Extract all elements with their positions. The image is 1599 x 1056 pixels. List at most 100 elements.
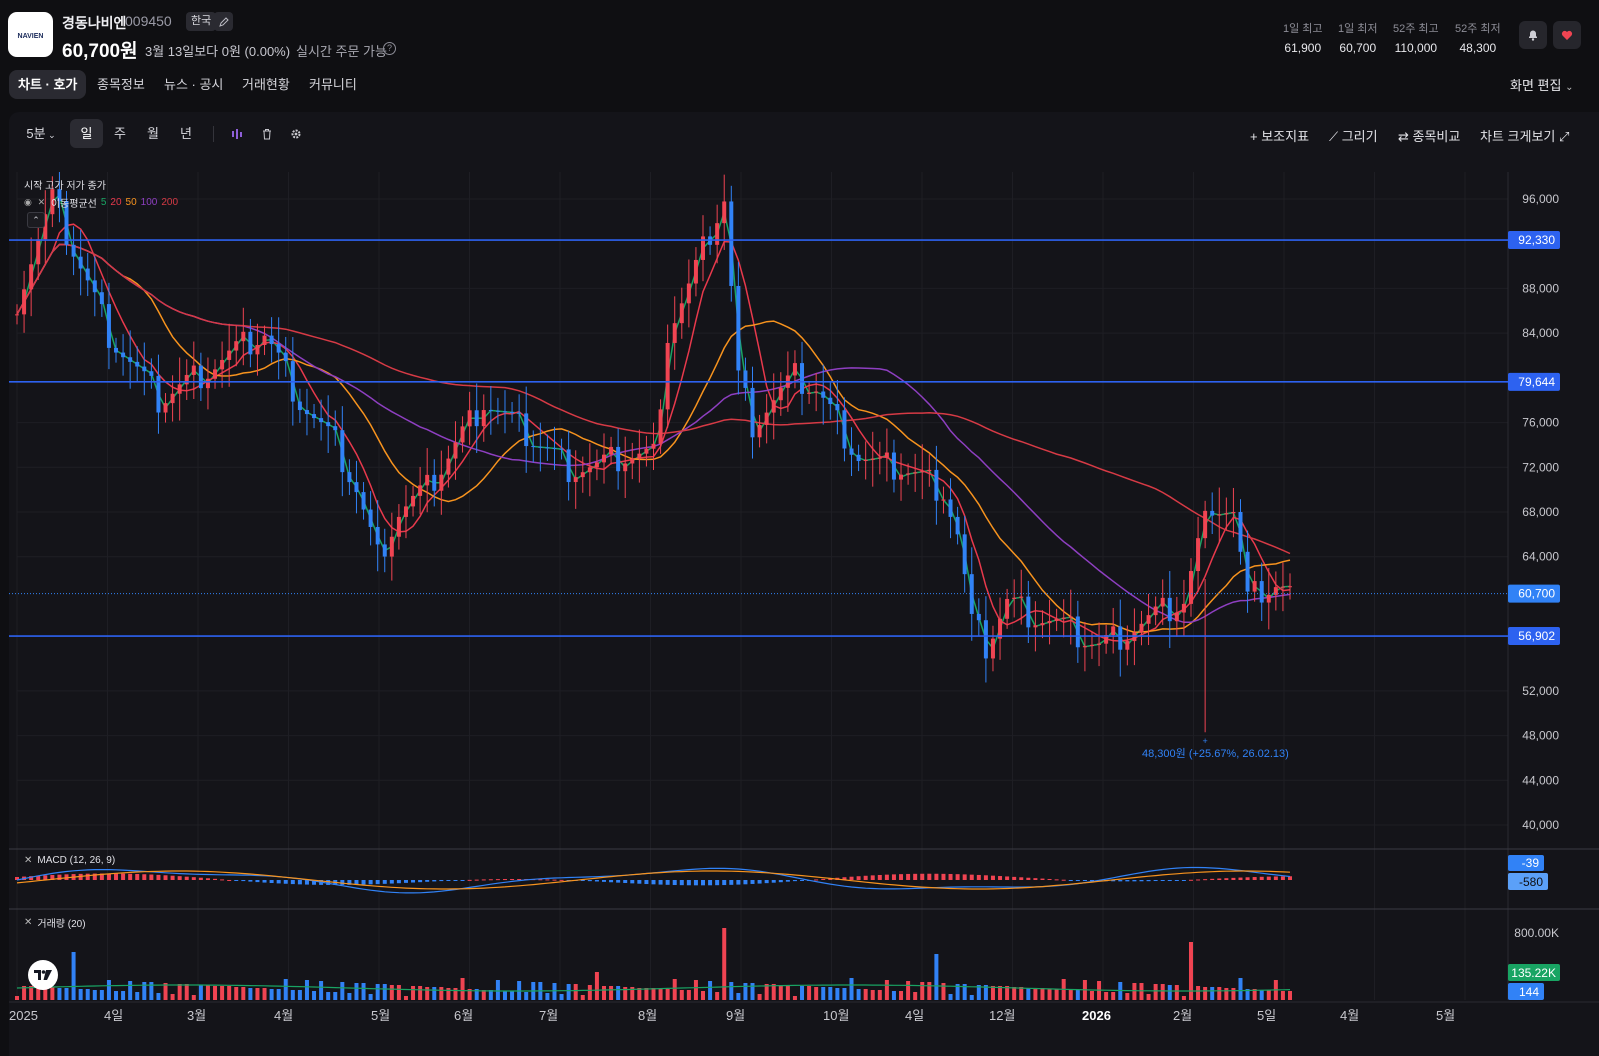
candle-body	[403, 506, 408, 517]
macd-histogram-bar	[955, 874, 960, 880]
volume-bar	[856, 989, 861, 1000]
macd-histogram-bar	[474, 879, 479, 881]
volume-bar	[1210, 987, 1215, 1000]
volume-bar	[1089, 991, 1094, 1000]
volume-bar	[1288, 991, 1292, 1000]
ma-period-50: 50	[125, 197, 137, 208]
volume-bar	[121, 991, 126, 1000]
volume-bar	[234, 987, 239, 1000]
candle-body	[1259, 581, 1264, 603]
volume-bar	[170, 994, 175, 1000]
help-icon[interactable]: ?	[383, 42, 396, 55]
candle-body	[467, 410, 472, 427]
collapse-legend-button[interactable]: ⌃	[27, 212, 45, 228]
candle-body	[1026, 596, 1031, 628]
macd-histogram-bar	[163, 875, 168, 880]
stock-header: NAVIEN 경동나비엔 009450 한국 60,700원 3월 13일보다 …	[0, 0, 1599, 66]
volume-bar	[552, 983, 557, 1000]
candle-body	[1266, 594, 1271, 603]
pencil-icon	[218, 16, 229, 27]
candle-body	[460, 426, 465, 443]
candle-body	[934, 469, 939, 501]
candle-body	[1181, 603, 1186, 613]
tab-news[interactable]: 뉴스 · 공시	[155, 70, 232, 99]
macd-histogram-bar	[177, 876, 182, 880]
macd-histogram-bar	[425, 880, 430, 882]
candle-body	[340, 430, 345, 473]
close-icon[interactable]: ✕	[24, 917, 32, 928]
macd-histogram-bar	[269, 880, 274, 884]
tab-stock-info[interactable]: 종목정보	[88, 70, 154, 99]
macd-histogram-bar	[502, 879, 507, 881]
volume-bar	[15, 996, 19, 1000]
volume-bar	[64, 988, 69, 1000]
macd-histogram-bar	[1118, 880, 1123, 882]
tradingview-logo[interactable]	[28, 960, 58, 990]
x-tick-label: 2025	[9, 1008, 38, 1023]
candle-body	[1019, 596, 1024, 598]
tab-chart[interactable]: 차트 · 호가	[9, 70, 87, 99]
candle-body	[1217, 514, 1222, 516]
macd-histogram-bar	[1139, 880, 1144, 882]
macd-histogram-bar	[983, 875, 988, 880]
x-tick-label: 4월	[1340, 1008, 1359, 1023]
macd-histogram-bar	[701, 880, 706, 886]
edit-button[interactable]	[214, 12, 233, 31]
stat-52w-high: 52주 최고 110,000	[1393, 20, 1439, 55]
volume-bar	[1203, 987, 1208, 1000]
volume-bar	[566, 984, 571, 1000]
candle-body	[679, 303, 684, 324]
volume-bar	[792, 996, 797, 1000]
tab-community[interactable]: 커뮤니티	[300, 70, 366, 99]
volume-bar	[644, 988, 649, 1000]
close-icon[interactable]: ✕	[24, 855, 32, 866]
candle-body	[623, 463, 628, 472]
macd-histogram-bar	[899, 874, 904, 880]
macd-histogram-bar	[234, 880, 239, 881]
macd-histogram-bar	[1125, 880, 1130, 882]
macd-histogram-bar	[135, 873, 140, 880]
volume-bar	[1040, 988, 1045, 1000]
volume-bar	[948, 994, 953, 1000]
favorite-button[interactable]	[1553, 21, 1581, 49]
macd-histogram-bar	[913, 873, 918, 880]
volume-bar	[722, 928, 727, 1000]
tab-trading[interactable]: 거래현황	[233, 70, 299, 99]
macd-histogram-bar	[715, 880, 720, 886]
macd-histogram-bar	[389, 880, 394, 884]
candle-body	[121, 352, 126, 358]
alert-button[interactable]	[1519, 21, 1547, 49]
y-tick-label: 48,000	[1522, 729, 1559, 743]
macd-histogram-bar	[941, 873, 946, 880]
volume-bar	[396, 985, 401, 1000]
macd-histogram-bar	[545, 879, 550, 881]
volume-bar	[672, 979, 677, 1000]
macd-histogram-bar	[361, 880, 366, 885]
macd-histogram-bar	[510, 878, 515, 880]
volume-bar	[156, 993, 161, 1000]
macd-histogram-bar	[1153, 880, 1158, 882]
close-icon[interactable]: ✕	[36, 197, 47, 208]
volume-bar	[85, 989, 90, 1000]
price-chart[interactable]: 96,000 88,000 84,000 76,000 72,000 68,000 64,0…	[9, 112, 1599, 1056]
screen-edit-button[interactable]: 화면 편집 ⌄	[1510, 75, 1573, 94]
macd-histogram-bar	[778, 880, 783, 883]
candle-body	[191, 365, 196, 375]
candle-body	[877, 457, 882, 459]
macd-histogram-bar	[262, 880, 267, 883]
volume-bar	[1217, 987, 1222, 1000]
candle-body	[941, 499, 946, 501]
volume-bar	[969, 995, 974, 1000]
volume-bar	[290, 990, 295, 1000]
candle-body	[913, 472, 918, 474]
volume-bar	[1068, 990, 1073, 1000]
candle-body	[481, 410, 486, 427]
eye-icon[interactable]: ◉	[24, 197, 32, 208]
macd-label: MACD (12, 26, 9)	[37, 855, 116, 866]
macd-histogram-bar	[665, 880, 670, 885]
volume-bar	[1047, 989, 1052, 1000]
candle-body	[198, 365, 203, 389]
volume-bar	[269, 989, 274, 1000]
candle-body	[927, 469, 932, 472]
candle-body	[255, 344, 260, 355]
